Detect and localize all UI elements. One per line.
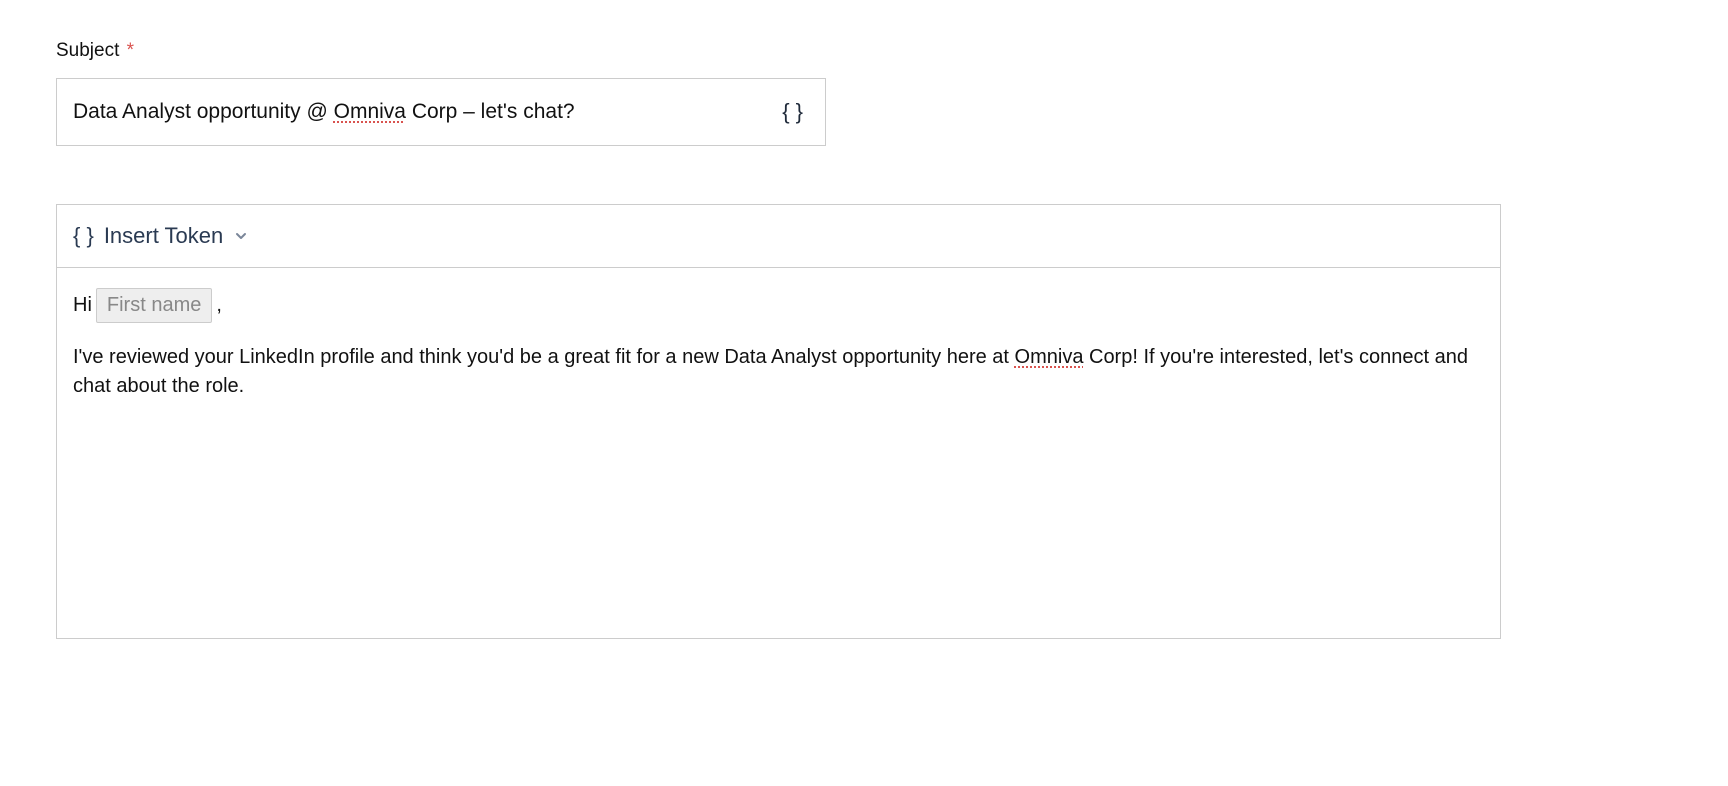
first-name-token[interactable]: First name (96, 288, 212, 323)
editor-toolbar: { } Insert Token (57, 205, 1500, 268)
greeting-comma: , (216, 291, 222, 320)
subject-text-post: Corp – let's chat? (406, 100, 575, 123)
body-spellcheck-word: Omniva (1015, 346, 1084, 368)
chevron-down-icon (233, 228, 249, 244)
braces-icon: { } (73, 223, 94, 249)
insert-token-label: Insert Token (104, 223, 223, 249)
subject-input-container: Data Analyst opportunity @ Omniva Corp –… (56, 78, 826, 146)
subject-text-spell: Omniva (334, 100, 406, 123)
subject-label-text: Subject (56, 40, 119, 61)
required-indicator: * (127, 40, 134, 61)
email-body-paragraph: I've reviewed your LinkedIn profile and … (73, 343, 1484, 401)
email-body-editor[interactable]: Hi First name , I've reviewed your Linke… (57, 268, 1500, 638)
insert-token-button[interactable]: { } Insert Token (73, 223, 249, 249)
greeting-hi: Hi (73, 291, 92, 320)
subject-insert-token-icon[interactable]: { } (782, 99, 803, 125)
body-text-1: I've reviewed your LinkedIn profile and … (73, 346, 1015, 368)
email-editor: { } Insert Token Hi First name , I've re… (56, 204, 1501, 639)
greeting-line: Hi First name , (73, 288, 1484, 323)
subject-input[interactable]: Data Analyst opportunity @ Omniva Corp –… (73, 100, 768, 124)
subject-text-pre: Data Analyst opportunity @ (73, 100, 334, 123)
subject-label: Subject * (56, 40, 1672, 62)
